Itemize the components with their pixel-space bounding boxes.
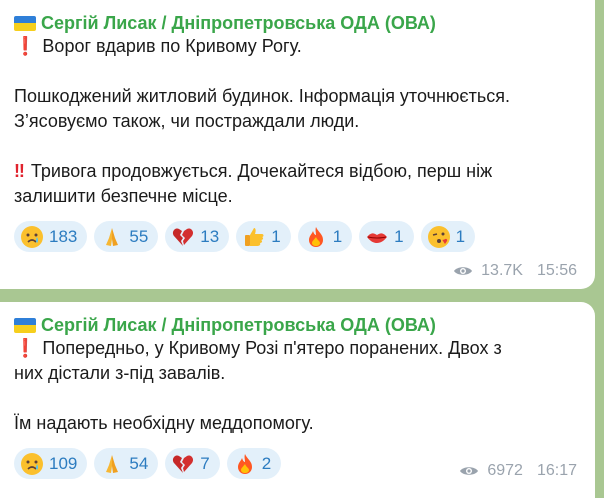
text-line: Пошкоджений житловий будинок. Інформація… [14,86,510,106]
reaction-count: 1 [455,226,466,246]
reactions-bar: 183 55 13 1 1 1 1 [14,221,581,252]
message-author[interactable]: Сергій Лисак / Дніпропетровська ОДА (ОВА… [14,12,581,34]
text-line: Попередньо, у Кривому Розі п'ятеро поран… [42,338,502,358]
broken-heart-icon [173,228,194,246]
folded-hands-icon [106,227,119,246]
message-author[interactable]: Сергій Лисак / Дніпропетровська ОДА (ОВА… [14,314,581,336]
crying-face-icon [21,452,43,475]
exclamation-icon: ❗ [14,338,37,358]
reaction-count: 2 [261,453,272,473]
exclamation-icon: ❗ [14,36,37,56]
message-meta: 6972 16:17 [459,462,577,480]
reaction-thumbs-up[interactable]: 1 [236,221,291,252]
reaction-pray[interactable]: 55 [94,221,159,252]
views-count: 13.7K [481,262,523,279]
reaction-count: 13 [200,226,220,246]
reaction-count: 1 [332,226,343,246]
kiss-lips-icon [367,232,388,243]
crying-face-icon [21,225,43,248]
reaction-kissing-face[interactable]: 1 [420,221,476,252]
text-line: Тривога продовжується. Дочекайтеся відбо… [30,161,493,181]
views-eye-icon [454,267,473,275]
reaction-crying[interactable]: 183 [14,221,88,252]
message-time: 16:17 [536,462,577,479]
message-bubble[interactable]: Сергій Лисак / Дніпропетровська ОДА (ОВА… [0,0,595,289]
message-text: ❗ Попередньо, у Кривому Розі п'ятеро пора… [14,336,581,436]
reaction-pray[interactable]: 54 [94,448,159,479]
ukraine-flag-icon [14,15,36,31]
double-exclamation-icon: ‼ [14,161,25,181]
author-name[interactable]: Сергій Лисак / Дніпропетровська ОДА (ОВА… [41,314,436,336]
reaction-crying[interactable]: 109 [14,448,88,479]
reaction-fire[interactable]: 1 [297,221,353,252]
reaction-count: 1 [394,226,404,246]
reaction-count: 109 [49,453,78,473]
reaction-broken-heart[interactable]: 13 [165,221,230,252]
reaction-count: 55 [129,226,149,246]
reaction-count: 7 [200,453,210,473]
ukraine-flag-icon [14,317,36,333]
message-bubble[interactable]: Сергій Лисак / Дніпропетровська ОДА (ОВА… [0,302,595,498]
thumbs-up-icon [245,227,264,246]
text-line: Їм надають необхідну меддопомогу. [14,413,314,433]
reaction-broken-heart[interactable]: 7 [165,448,220,479]
message-meta: 13.7K 15:56 [453,262,577,280]
text-line: Ворог вдарив по Кривому Рогу. [42,36,302,56]
views-eye-icon [460,467,479,475]
views-count: 6972 [487,462,523,479]
kissing-face-icon [427,225,450,248]
message-time: 15:56 [536,262,577,279]
reaction-fire[interactable]: 2 [226,448,282,479]
broken-heart-icon [173,455,194,473]
message-text: ❗ Ворог вдарив по Кривому Рогу. Пошкоджен… [14,34,581,209]
reaction-count: 54 [129,453,149,473]
text-line: залишити безпечне місце. [14,186,233,206]
fire-icon [237,453,252,474]
fire-icon [308,226,323,247]
text-line: них дістали з-під завалів. [14,363,226,383]
text-line: З’ясовуємо також, чи постраждали люди. [14,111,360,131]
folded-hands-icon [106,454,119,473]
reaction-kiss-lips[interactable]: 1 [359,221,414,252]
reaction-count: 1 [271,226,281,246]
author-name[interactable]: Сергій Лисак / Дніпропетровська ОДА (ОВА… [41,12,436,34]
reaction-count: 183 [49,226,78,246]
